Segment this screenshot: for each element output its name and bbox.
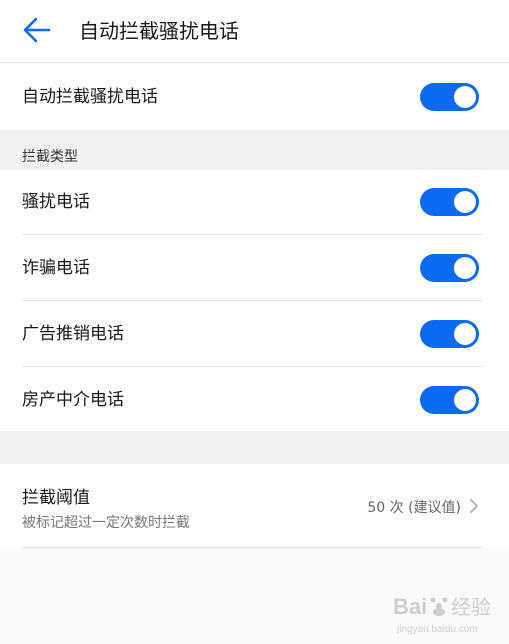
- ad-call-toggle[interactable]: [420, 320, 479, 348]
- real-estate-call-toggle[interactable]: [420, 386, 479, 414]
- toggle-knob: [454, 389, 476, 411]
- threshold-label: 拦截阈值: [22, 488, 90, 508]
- section-label: 拦截类型: [22, 149, 78, 165]
- harassment-call-row[interactable]: 骚扰电话: [0, 170, 509, 235]
- auto-intercept-toggle[interactable]: [420, 83, 479, 111]
- toggle-knob: [454, 86, 476, 108]
- harassment-call-label: 骚扰电话: [22, 192, 90, 212]
- divider: [22, 547, 483, 548]
- intercept-types-section-header: 拦截类型: [0, 130, 509, 170]
- fraud-call-label: 诈骗电话: [22, 258, 90, 278]
- toggle-knob: [454, 257, 476, 279]
- toggle-knob: [454, 191, 476, 213]
- baidu-jingyan-watermark: Bai 经验 jingyan.baidu.com: [393, 594, 491, 635]
- ad-call-row[interactable]: 广告推销电话: [0, 301, 509, 367]
- toggle-knob: [454, 323, 476, 345]
- chevron-right-icon[interactable]: [468, 498, 480, 514]
- header-bar: 自动拦截骚扰电话: [0, 0, 509, 63]
- real-estate-call-row[interactable]: 房产中介电话: [0, 367, 509, 431]
- ad-call-label: 广告推销电话: [22, 324, 124, 344]
- auto-intercept-row[interactable]: 自动拦截骚扰电话: [0, 64, 509, 130]
- page-title: 自动拦截骚扰电话: [79, 19, 239, 43]
- harassment-call-toggle[interactable]: [420, 188, 479, 216]
- arrow-left-icon[interactable]: [22, 16, 52, 44]
- svg-text:Bai: Bai: [393, 594, 427, 619]
- spacer-section: [0, 431, 509, 464]
- fraud-call-row[interactable]: 诈骗电话: [0, 235, 509, 301]
- threshold-value[interactable]: 50 次 (建议值): [367, 497, 461, 517]
- auto-intercept-label: 自动拦截骚扰电话: [22, 87, 158, 107]
- threshold-description: 被标记超过一定次数时拦截: [22, 515, 190, 531]
- fraud-call-toggle[interactable]: [420, 254, 479, 282]
- real-estate-call-label: 房产中介电话: [22, 390, 124, 410]
- watermark-url: jingyan.baidu.com: [396, 624, 478, 635]
- svg-text:经验: 经验: [451, 595, 491, 619]
